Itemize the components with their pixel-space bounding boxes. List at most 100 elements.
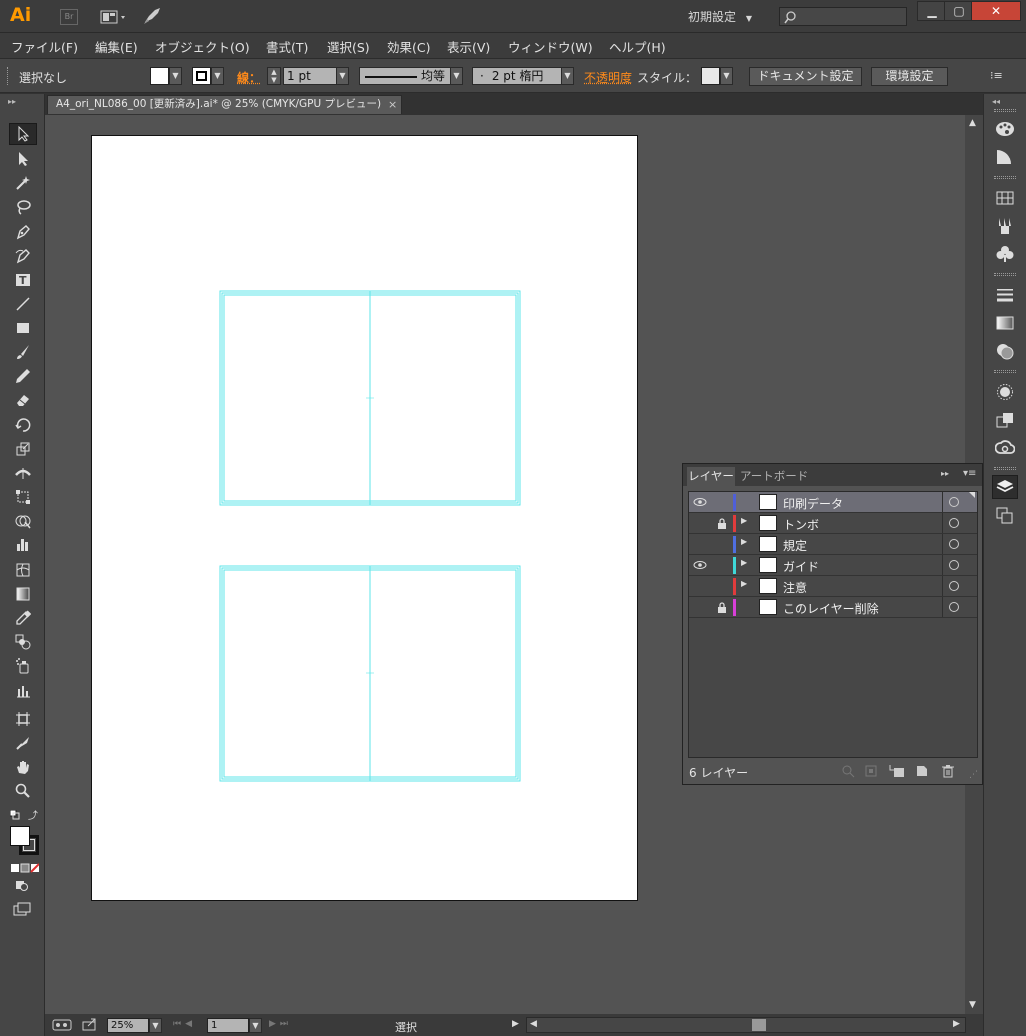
close-tab-icon[interactable]: × <box>388 96 397 113</box>
layer-row[interactable]: このレイヤー削除 <box>689 597 977 618</box>
stroke-weight-stepper[interactable]: ▲ ▼ <box>267 67 281 85</box>
new-layer-icon[interactable] <box>915 764 929 781</box>
layer-target-icon[interactable] <box>949 581 959 591</box>
artboard[interactable] <box>91 135 638 901</box>
collapse-panel-icon[interactable]: ▸▸ <box>941 469 949 478</box>
rotate-tool[interactable] <box>9 414 37 436</box>
visibility-toggle[interactable] <box>691 515 709 531</box>
collapse-icon[interactable]: ▸▸ <box>8 97 16 106</box>
mesh-tool[interactable] <box>9 559 37 581</box>
layer-row[interactable]: ▶ 注意 <box>689 576 977 597</box>
appearance-panel-button[interactable] <box>992 380 1018 404</box>
pencil-tool[interactable] <box>9 365 37 387</box>
layers-panel-button[interactable] <box>992 475 1018 499</box>
minimize-button[interactable]: ▁ <box>917 1 947 21</box>
swatches-panel-button[interactable] <box>992 186 1018 210</box>
visibility-toggle[interactable] <box>691 494 709 510</box>
expand-triangle-icon[interactable]: ▶ <box>741 558 747 567</box>
bridge-button[interactable]: Br <box>60 9 78 25</box>
blend-tool[interactable] <box>9 631 37 653</box>
swap-colors-icon[interactable]: ⤴ <box>28 807 38 822</box>
stroke-weight-dropdown[interactable]: ▼ <box>336 67 349 85</box>
lasso-tool[interactable] <box>9 196 37 218</box>
layer-row[interactable]: ▶ ガイド <box>689 555 977 576</box>
close-button[interactable]: ✕ <box>971 1 1021 21</box>
artboard-tool[interactable] <box>9 708 37 730</box>
expand-triangle-icon[interactable]: ▶ <box>741 579 747 588</box>
layer-target-icon[interactable] <box>949 518 959 528</box>
stroke-label[interactable]: 線： <box>237 69 261 86</box>
symbol-sprayer-tool[interactable] <box>9 655 37 677</box>
artboard-next-icons[interactable]: ▶⏭ <box>269 1019 292 1029</box>
layer-target-icon[interactable] <box>949 560 959 570</box>
gradient-panel-button[interactable] <box>992 311 1018 335</box>
brushes-panel-button[interactable] <box>992 214 1018 238</box>
document-tab[interactable]: A4_ori_NL086_00 [更新済み].ai* @ 25% (CMYK/G… <box>47 95 402 114</box>
hand-tool[interactable] <box>9 756 37 778</box>
workspace-switcher[interactable]: 初期設定 ▼ <box>688 8 752 25</box>
line-segment-tool[interactable] <box>9 293 37 315</box>
scroll-up-icon[interactable]: ▲ <box>969 118 976 128</box>
trash-icon[interactable] <box>941 764 955 781</box>
maximize-button[interactable]: ▢ <box>944 1 974 21</box>
selection-tool[interactable] <box>9 123 37 145</box>
fill-dropdown[interactable]: ▼ <box>169 67 182 85</box>
menu-file[interactable]: ファイル(F) <box>11 37 78 56</box>
free-transform-tool[interactable] <box>9 486 37 508</box>
variable-width-profile[interactable]: 均等 <box>359 67 451 85</box>
opacity-link[interactable]: 不透明度 <box>584 69 632 86</box>
expand-triangle-icon[interactable]: ▶ <box>741 537 747 546</box>
pen-tool[interactable] <box>9 221 37 243</box>
layer-name[interactable]: 注意 <box>783 579 807 596</box>
slice-tool[interactable] <box>9 732 37 754</box>
artboard-number-field[interactable]: 1 <box>207 1018 249 1033</box>
gradient-tool[interactable] <box>9 583 37 605</box>
stroke-swatch[interactable] <box>192 67 211 85</box>
share-icon[interactable] <box>82 1018 98 1034</box>
panel-menu-icon[interactable]: ⁝≡ <box>990 69 1003 82</box>
search-input[interactable] <box>779 7 907 26</box>
zoom-tool[interactable] <box>9 780 37 802</box>
clipping-mask-icon[interactable] <box>864 764 878 781</box>
menu-type[interactable]: 書式(T) <box>266 37 308 56</box>
brush-definition[interactable]: · 2 pt 楕円 <box>472 67 562 85</box>
visibility-toggle[interactable] <box>691 557 709 573</box>
fill-color-box[interactable] <box>10 826 30 846</box>
menu-help[interactable]: ヘルプ(H) <box>609 37 666 56</box>
expand-dock-icon[interactable]: ◂◂ <box>992 97 1000 106</box>
width-tool[interactable] <box>9 462 37 484</box>
resize-grip-icon[interactable]: ⋰ <box>969 770 978 780</box>
expand-triangle-icon[interactable]: ▶ <box>741 516 747 525</box>
new-sublayer-icon[interactable] <box>889 764 905 781</box>
graph-tool[interactable] <box>9 534 37 556</box>
zoom-dropdown[interactable]: ▼ <box>149 1018 162 1033</box>
layer-row[interactable]: ▶ トンボ <box>689 513 977 534</box>
style-dropdown[interactable]: ▼ <box>720 67 733 85</box>
artboard-prev-icons[interactable]: ⏮◀ <box>173 1019 196 1029</box>
draw-mode-icon[interactable] <box>15 879 29 894</box>
fill-swatch[interactable] <box>150 67 169 85</box>
scroll-thumb[interactable] <box>752 1019 766 1031</box>
layer-row[interactable]: ▶ 規定 <box>689 534 977 555</box>
type-tool[interactable]: T <box>9 269 37 291</box>
layer-target-icon[interactable] <box>949 497 959 507</box>
column-graph-tool[interactable] <box>9 680 37 702</box>
color-mode-buttons[interactable] <box>11 862 40 876</box>
layer-target-icon[interactable] <box>949 539 959 549</box>
menu-view[interactable]: 表示(V) <box>447 37 490 56</box>
layer-row[interactable]: 印刷データ <box>689 492 977 513</box>
horizontal-scrollbar[interactable]: ◀ ▶ <box>526 1017 966 1033</box>
menu-object[interactable]: オブジェクト(O) <box>155 37 250 56</box>
layer-name[interactable]: 印刷データ <box>783 495 843 512</box>
visibility-toggle[interactable] <box>691 599 709 615</box>
arrange-documents-button[interactable] <box>100 9 130 25</box>
paintbrush-tool[interactable] <box>9 341 37 363</box>
direct-selection-tool[interactable] <box>9 148 37 170</box>
default-colors-icon[interactable] <box>9 809 20 823</box>
stroke-weight-field[interactable]: 1 pt <box>283 67 337 85</box>
menu-edit[interactable]: 編集(E) <box>95 37 138 56</box>
artboards-panel-button[interactable] <box>992 503 1018 527</box>
lock-toggle[interactable] <box>713 494 731 510</box>
transparency-panel-button[interactable] <box>992 339 1018 363</box>
scroll-right-icon[interactable]: ▶ <box>953 1019 960 1029</box>
